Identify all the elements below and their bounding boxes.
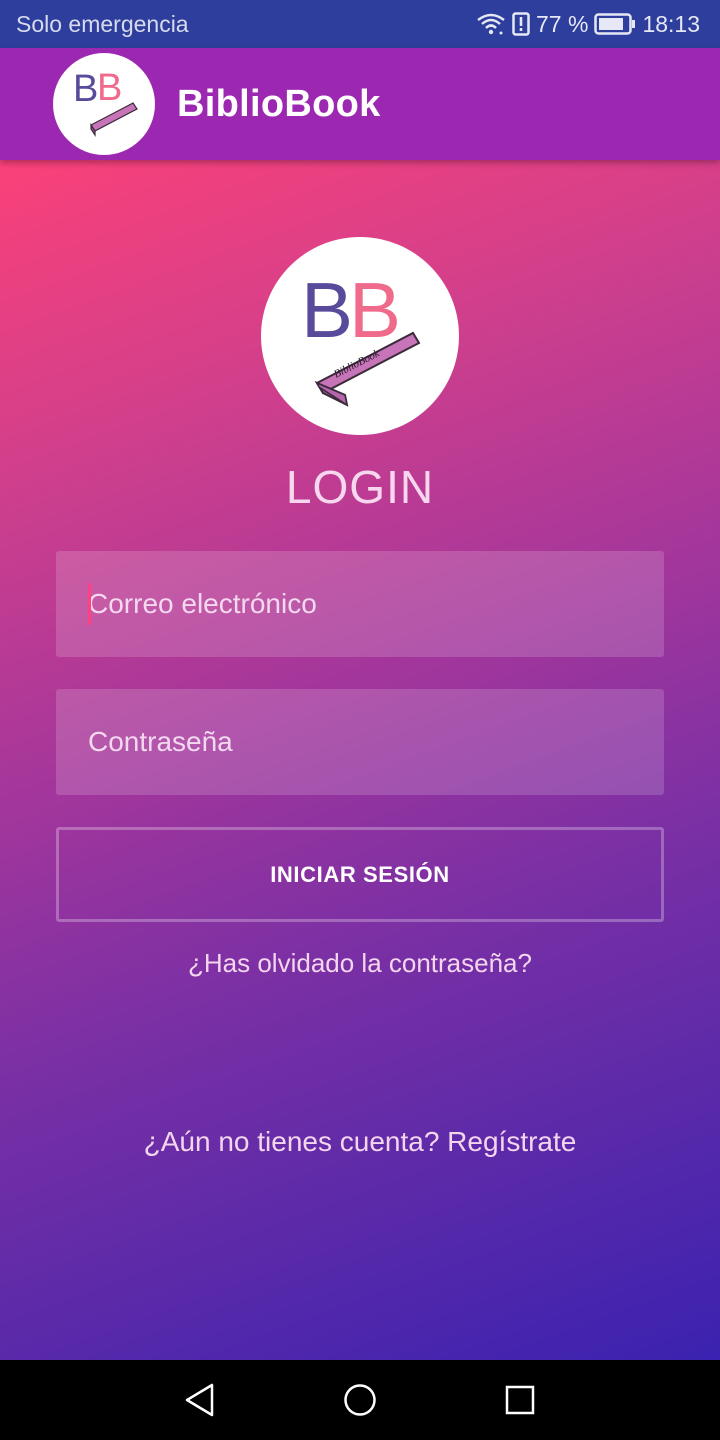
home-icon[interactable] <box>340 1380 380 1420</box>
forgot-password-link[interactable]: ¿Has olvidado la contraseña? <box>0 948 720 979</box>
app-logo: B B <box>53 53 155 155</box>
email-input[interactable] <box>88 551 664 657</box>
register-link[interactable]: ¿Aún no tienes cuenta? Regístrate <box>0 1126 720 1158</box>
status-icons: 77 % 18:13 <box>476 11 700 38</box>
password-field[interactable] <box>56 689 664 795</box>
logo-letter-b2: B <box>97 67 122 109</box>
recents-icon[interactable] <box>500 1380 540 1420</box>
text-cursor <box>88 583 91 625</box>
clock: 18:13 <box>642 10 700 37</box>
navigation-bar <box>0 1360 720 1440</box>
login-screen: BB BiblioBook LOGIN INICIAR SESIÓN ¿Has … <box>0 160 720 1360</box>
login-button[interactable]: INICIAR SESIÓN <box>56 827 664 922</box>
status-bar: Solo emergencia 77 % 18:13 <box>0 0 720 48</box>
battery-text: 77 % <box>536 10 589 37</box>
logo-letter-b1: B <box>73 68 98 110</box>
carrier-label: Solo emergencia <box>16 10 189 37</box>
app-bar: B B BiblioBook <box>0 48 720 160</box>
email-field[interactable] <box>56 551 664 657</box>
login-title: LOGIN <box>285 461 435 513</box>
app-title: BiblioBook <box>177 82 381 125</box>
logo-letter-b1: BB <box>301 266 401 354</box>
alert-icon <box>512 12 530 36</box>
back-icon[interactable] <box>180 1380 220 1420</box>
battery-icon <box>594 13 636 35</box>
wifi-icon <box>476 12 506 36</box>
bibliobook-logo: BB BiblioBook <box>261 237 459 435</box>
password-input[interactable] <box>88 689 664 795</box>
